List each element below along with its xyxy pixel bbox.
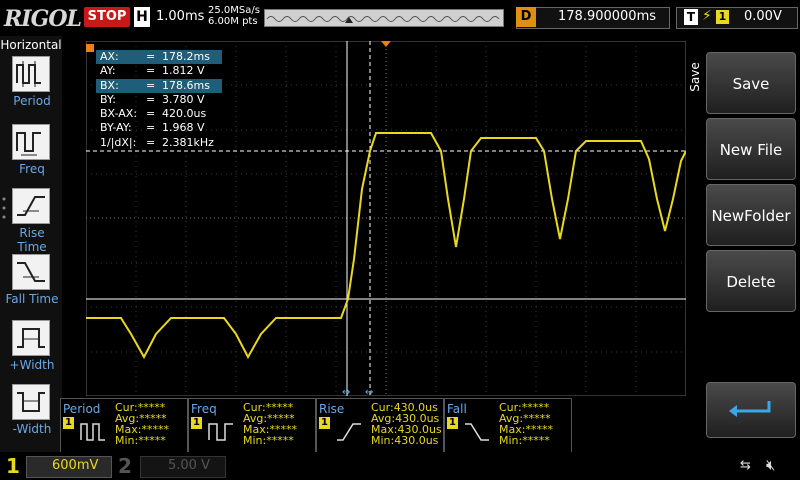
measurement-name: Period — [63, 402, 101, 416]
freq-icon — [208, 423, 233, 441]
ch1-number[interactable]: 1 — [2, 454, 24, 478]
acquisition-info: 25.0MSa/s 6.00M pts — [208, 5, 260, 27]
measurement-stats: Cur:430.0us Avg:430.0us Max:430.0us Min:430… — [371, 401, 442, 447]
run-stop-indicator[interactable]: STOP — [84, 7, 130, 27]
menu-item-freq[interactable]: Freq — [4, 124, 60, 186]
delay-value: 178.900000ms — [558, 9, 657, 24]
memory-waveform-preview — [266, 16, 500, 23]
delay-label: D — [516, 7, 536, 27]
trigger-level: 0.00V — [744, 9, 782, 24]
cursor-row-freq: 1/|dX|: = 2.381kHz — [100, 135, 214, 149]
measurement-rise[interactable]: Rise 1 Cur:430.0us Avg:430.0us Max:430.0us… — [316, 398, 444, 454]
memory-overview — [264, 9, 504, 27]
measurement-fall[interactable]: Fall 1 Cur:***** Avg:***** Max:***** Min:**… — [444, 398, 572, 454]
rising-edge-icon: ⚡ — [702, 8, 712, 24]
measurement-channel: 1 — [447, 417, 458, 429]
top-status-bar: RIGOL STOP H 1.00ms 25.0MSa/s 6.00M pts … — [0, 0, 800, 36]
measurement-name: Freq — [191, 402, 217, 416]
fall-time-icon — [465, 423, 489, 441]
enter-arrow-icon — [729, 401, 771, 417]
measurement-channel: 1 — [63, 417, 74, 429]
menu-item-pos-width[interactable]: +Width — [4, 320, 60, 382]
menu-title: Horizontal — [0, 38, 62, 52]
timebase-value[interactable]: 1.00ms — [156, 9, 204, 24]
new-file-button-label: New File — [719, 141, 783, 159]
freq-icon — [12, 124, 50, 160]
menu-label-freq: Freq — [19, 162, 45, 176]
measurement-stats: Cur:***** Avg:***** Max:***** Min:***** — [115, 401, 169, 447]
measurement-channel: 1 — [319, 417, 330, 429]
menu-label-period: Period — [13, 94, 51, 108]
menu-item-neg-width[interactable]: -Width — [4, 384, 60, 446]
period-icon — [12, 56, 50, 92]
usb-icon: ⇆ — [740, 458, 751, 473]
measurement-period[interactable]: Period 1 Cur:***** Avg:***** Max:***** Min:… — [60, 398, 188, 454]
enter-button[interactable] — [706, 382, 796, 438]
new-file-button[interactable]: New File — [706, 118, 796, 180]
sound-muted-icon[interactable]: 🔇︎ — [766, 456, 775, 474]
cursor-row-by-ay: BY-AY: = 1.968 V — [100, 121, 205, 135]
pos-width-icon — [12, 320, 50, 356]
cursor-row-ax: AX: = 178.2ms — [96, 50, 222, 65]
trigger-channel: 1 — [716, 10, 729, 24]
menu-item-period[interactable]: Period — [4, 56, 60, 118]
menu-item-fall-time[interactable]: Fall Time — [4, 254, 60, 316]
period-icon — [80, 423, 105, 441]
delete-button-label: Delete — [726, 273, 776, 291]
ch2-number[interactable]: 2 — [118, 454, 132, 478]
trigger-label: T — [684, 9, 698, 25]
memory-depth: 6.00M pts — [208, 16, 258, 27]
ch1-scale: 600mV — [52, 458, 99, 473]
menu-item-rise-time[interactable]: Rise Time — [4, 188, 60, 254]
cursor-readout-panel: AX: = 178.2ms AY: = 1.812 V BX: = 178.6ms BY: =… — [96, 50, 222, 150]
neg-width-icon — [12, 384, 50, 420]
menu-label-pos-width: +Width — [9, 358, 55, 372]
cursor-row-bx: BX: = 178.6ms — [96, 78, 222, 93]
measurement-stats: Cur:***** Avg:***** Max:***** Min:***** — [499, 401, 553, 447]
rigol-logo: RIGOL — [4, 6, 82, 32]
measurement-name: Fall — [447, 402, 467, 416]
ch2-scale: 5.00 V — [168, 458, 210, 473]
rise-time-icon — [337, 423, 361, 441]
sample-rate: 25.0MSa/s — [208, 5, 260, 16]
measurement-stats: Cur:***** Avg:***** Max:***** Min:***** — [243, 401, 297, 447]
menu-label-rise-time: Rise Time — [17, 226, 47, 254]
menu-page-indicator — [2, 196, 6, 226]
timebase-label: H — [134, 7, 150, 27]
delete-button[interactable]: Delete — [706, 250, 796, 312]
save-button-label: Save — [732, 75, 770, 93]
rise-time-icon — [12, 188, 50, 224]
save-button[interactable]: Save — [706, 52, 796, 114]
ch1-ground-marker[interactable] — [86, 44, 94, 52]
menu-label-fall-time: Fall Time — [5, 292, 59, 306]
menu-label-neg-width: -Width — [12, 422, 52, 436]
cursor-row-by: BY: = 3.780 V — [100, 92, 205, 106]
measurement-name: Rise — [319, 402, 345, 416]
svg-text:↔: ↔ — [365, 387, 373, 396]
save-menu-tab: Save — [688, 40, 702, 100]
cursor-row-ay: AY: = 1.812 V — [100, 64, 205, 78]
measurement-freq[interactable]: Freq 1 Cur:***** Avg:***** Max:***** Min:**… — [188, 398, 316, 454]
new-folder-button-label: NewFolder — [711, 207, 791, 225]
svg-text:↔: ↔ — [342, 387, 350, 396]
cursor-row-bx-ax: BX-AX: = 420.0us — [100, 107, 207, 121]
new-folder-button[interactable]: NewFolder — [706, 184, 796, 246]
save-menu-tab-label: Save — [688, 62, 702, 92]
measurement-channel: 1 — [191, 417, 202, 429]
fall-time-icon — [12, 254, 50, 290]
